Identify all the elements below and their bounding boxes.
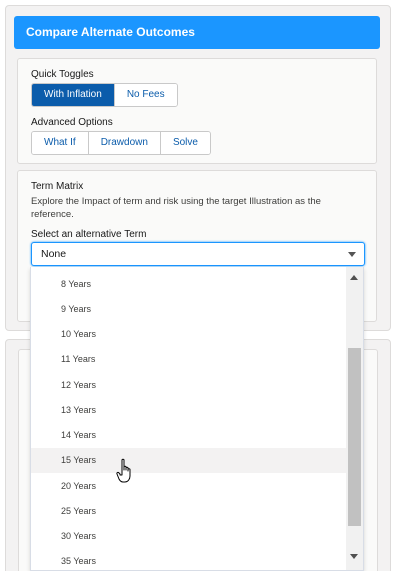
what-if-button[interactable]: What If [32,132,89,154]
select-term-label: Select an alternative Term [31,229,147,240]
term-matrix-title: Term Matrix [31,181,84,192]
term-select[interactable]: None [31,242,365,266]
scroll-down-arrow-icon[interactable] [350,554,358,559]
dropdown-option-hovered[interactable]: 15 Years [31,448,347,473]
dropdown-option[interactable]: 30 Years [31,524,347,549]
solve-button[interactable]: Solve [160,132,210,154]
dropdown-scrollbar[interactable] [346,267,363,570]
dropdown-option[interactable]: 25 Years [31,499,347,524]
dropdown-option[interactable]: 10 Years [31,322,347,347]
drawdown-button[interactable]: Drawdown [88,132,161,154]
term-select-value: None [41,248,67,260]
quick-toggles-label: Quick Toggles [31,69,94,80]
dropdown-option[interactable]: 9 Years [31,297,347,322]
scrollbar-thumb[interactable] [348,348,361,526]
hand-pointer-cursor-icon [116,458,131,483]
quick-toggles-group: With Inflation No Fees [31,83,178,107]
advanced-options-label: Advanced Options [31,117,113,128]
term-dropdown-list[interactable]: 8 Years 9 Years 10 Years 11 Years 12 Yea… [30,267,364,571]
dropdown-option[interactable]: 11 Years [31,347,347,372]
chevron-down-icon [348,252,356,257]
scroll-up-arrow-icon[interactable] [350,275,358,280]
with-inflation-button[interactable]: With Inflation [32,84,115,106]
dropdown-option[interactable]: 14 Years [31,423,347,448]
advanced-options-group: What If Drawdown Solve [31,131,211,155]
dropdown-option[interactable]: 35 Years [31,549,347,570]
toggles-card: Quick Toggles With Inflation No Fees Adv… [17,58,377,164]
dropdown-option[interactable]: 20 Years [31,474,347,499]
dropdown-option[interactable]: 12 Years [31,373,347,398]
dropdown-option[interactable]: 13 Years [31,398,347,423]
panel-header: Compare Alternate Outcomes [14,16,380,49]
no-fees-button[interactable]: No Fees [114,84,177,106]
term-matrix-description: Explore the Impact of term and risk usin… [31,196,321,220]
dropdown-option[interactable]: 8 Years [31,272,347,297]
